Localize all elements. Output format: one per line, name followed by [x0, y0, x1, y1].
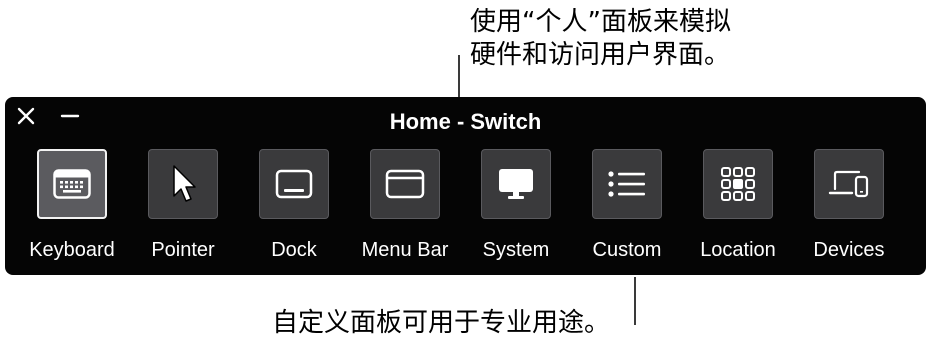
dock-icon — [275, 169, 313, 199]
top-callout-leader-line — [458, 55, 460, 97]
grid-icon — [721, 167, 755, 201]
devices-label: Devices — [813, 239, 885, 261]
display-icon — [499, 169, 533, 199]
devices-icon — [828, 170, 869, 198]
pointer-panel-button[interactable]: Pointer — [128, 149, 238, 269]
menu-bar-panel-button[interactable]: Menu Bar — [350, 149, 460, 269]
home-switch-panel: Home - Switch Keyboard Pointer Dock Menu… — [5, 97, 926, 275]
menu-bar-tile[interactable] — [370, 149, 440, 219]
bottom-callout: 自定义面板可用于专业用途。 — [272, 308, 611, 338]
panel-title: Home - Switch — [389, 109, 542, 134]
system-tile[interactable] — [481, 149, 551, 219]
custom-tile[interactable] — [592, 149, 662, 219]
list-icon — [608, 171, 645, 197]
keyboard-icon — [53, 169, 91, 199]
custom-panel-button[interactable]: Custom — [572, 149, 682, 269]
keyboard-tile[interactable] — [37, 149, 107, 219]
devices-panel-button[interactable]: Devices — [794, 149, 904, 269]
top-callout: 使用“个人”面板来模拟 硬件和访问用户界面。 — [470, 6, 731, 72]
devices-tile[interactable] — [814, 149, 884, 219]
bottom-callout-leader-line — [634, 277, 636, 325]
system-panel-button[interactable]: System — [461, 149, 571, 269]
pointer-arrow-icon — [173, 165, 196, 202]
location-tile[interactable] — [703, 149, 773, 219]
dock-panel-button[interactable]: Dock — [239, 149, 349, 269]
keyboard-panel-button[interactable]: Keyboard — [17, 149, 127, 269]
top-callout-line-1: 使用“个人”面板来模拟 — [470, 7, 731, 37]
top-callout-line-2: 硬件和访问用户界面。 — [470, 40, 731, 70]
menu-bar-icon — [385, 169, 425, 199]
location-panel-button[interactable]: Location — [683, 149, 793, 269]
pointer-tile[interactable] — [148, 149, 218, 219]
dock-tile[interactable] — [259, 149, 329, 219]
